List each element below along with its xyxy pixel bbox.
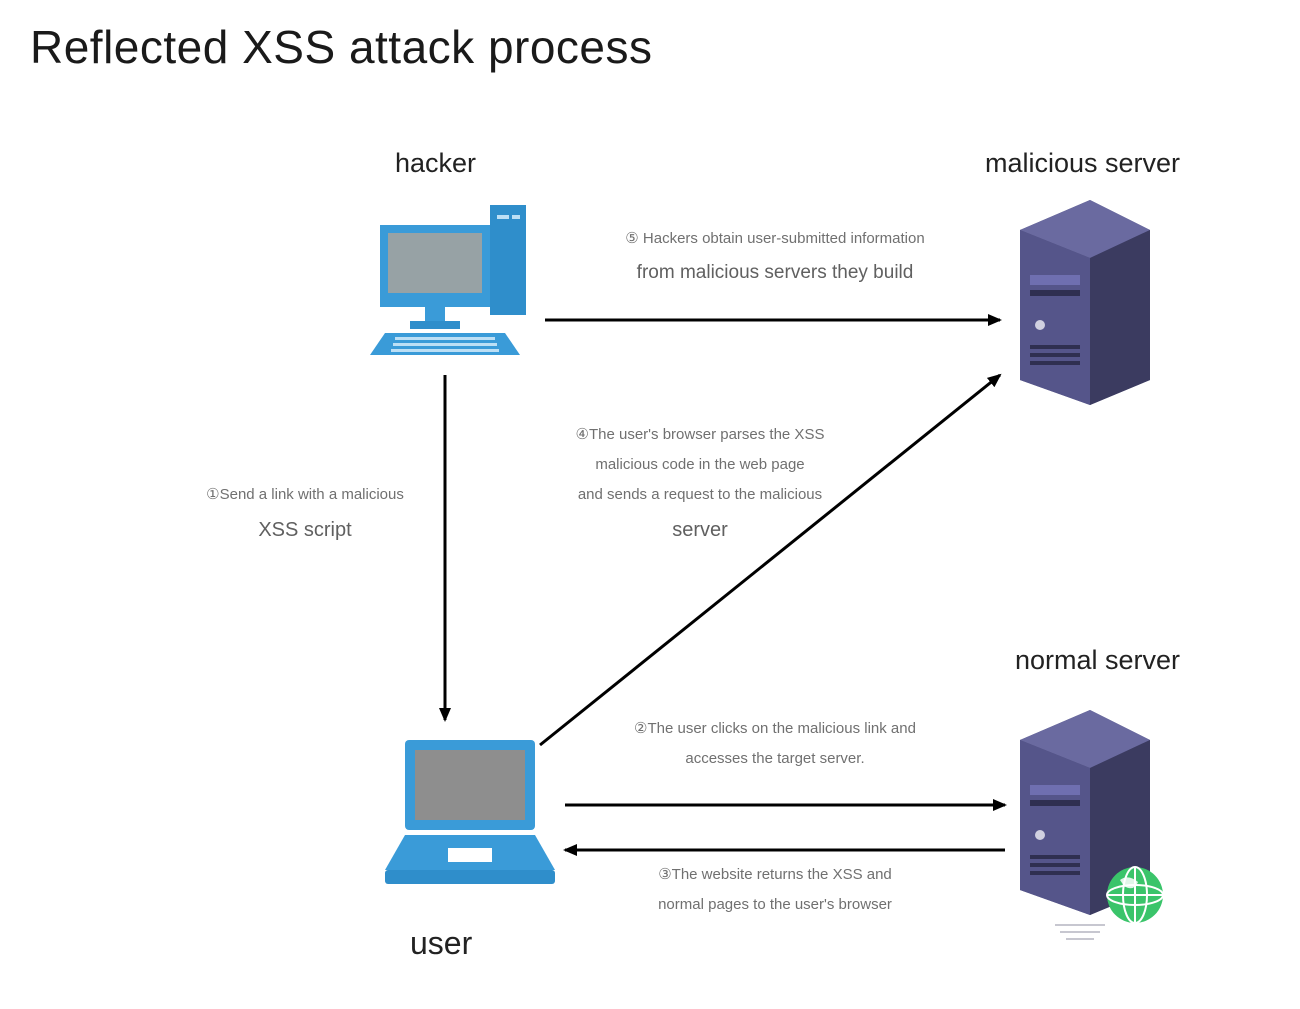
step1-text: ①Send a link with a malicious XSS script [175, 480, 435, 550]
step2-prefix: ② [634, 720, 647, 737]
hacker-label: hacker [395, 148, 476, 179]
step1-line1: Send a link with a malicious [220, 486, 404, 503]
step4-prefix: ④ [576, 426, 589, 443]
step3-line2: normal pages to the user's browser [658, 896, 892, 913]
step5-line1: Hackers obtain user-submitted informatio… [639, 230, 925, 247]
step1-line2: XSS script [175, 510, 435, 550]
step2-line1: The user clicks on the malicious link an… [647, 720, 915, 737]
step5-text: ⑤ Hackers obtain user-submitted informat… [600, 224, 950, 292]
user-label: user [410, 925, 472, 962]
step2-line2: accesses the target server. [685, 750, 864, 767]
step3-line1: The website returns the XSS and [672, 866, 892, 883]
step4-line2: malicious code in the web page [595, 456, 804, 473]
normal-server-icon [1000, 700, 1180, 950]
step5-prefix: ⑤ [625, 230, 638, 247]
normal-server-label: normal server [1015, 645, 1180, 676]
step3-text: ③The website returns the XSS and normal … [615, 860, 935, 920]
malicious-server-icon [1000, 190, 1170, 410]
malicious-server-label: malicious server [985, 148, 1180, 179]
step3-prefix: ③ [658, 866, 671, 883]
step5-line2: from malicious servers they build [600, 254, 950, 292]
step4-line1: The user's browser parses the XSS [589, 426, 824, 443]
user-laptop-icon [380, 730, 560, 900]
step4-text: ④The user's browser parses the XSS malic… [540, 420, 860, 550]
hacker-computer-icon [370, 205, 540, 375]
step4-line4: server [540, 510, 860, 550]
diagram-canvas: Reflected XSS attack process hacker mali… [0, 0, 1300, 1009]
step1-prefix: ① [206, 486, 219, 503]
step4-line3: and sends a request to the malicious [578, 486, 822, 503]
diagram-title: Reflected XSS attack process [30, 20, 653, 74]
step2-text: ②The user clicks on the malicious link a… [605, 714, 945, 774]
